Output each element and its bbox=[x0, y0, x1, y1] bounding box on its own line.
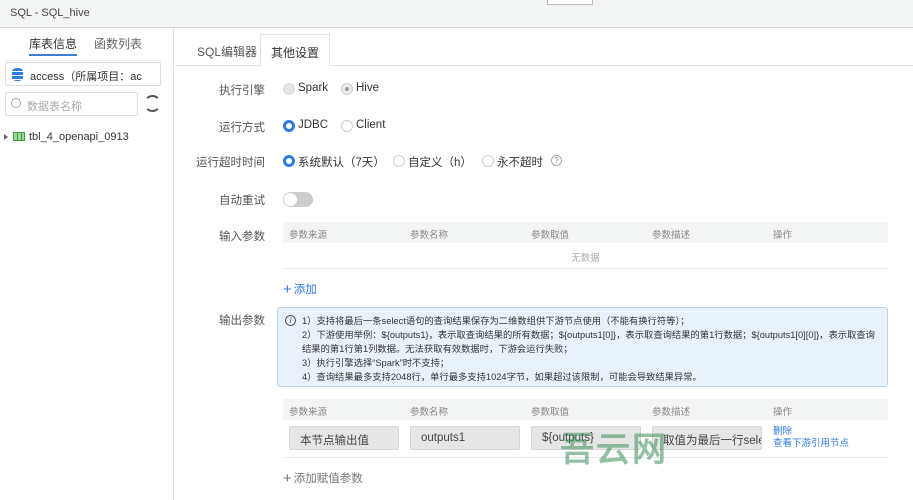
col-actions: 操作 bbox=[773, 407, 793, 418]
empty-state: 无数据 bbox=[283, 243, 888, 269]
add-label: 添加赋值参数 bbox=[293, 473, 363, 485]
table-search-input[interactable]: 数据表名称 bbox=[5, 92, 138, 116]
output-params-label: 输出参数 bbox=[219, 315, 265, 327]
plus-icon: + bbox=[283, 281, 292, 298]
search-icon bbox=[11, 98, 21, 108]
add-label: 添加 bbox=[293, 284, 317, 296]
table-icon bbox=[13, 132, 25, 141]
engine-label: 执行引擎 bbox=[219, 85, 265, 97]
title-bar-button[interactable] bbox=[547, 0, 593, 5]
param-desc-field[interactable]: 取值为最后一行sele bbox=[652, 426, 762, 450]
radio-spark[interactable]: Spark bbox=[283, 82, 328, 95]
col-value: 参数取值 bbox=[531, 230, 570, 241]
main-panel: SQL编辑器 其他设置 执行引擎 Spark Hive 运行方式 JDBC Cl… bbox=[175, 28, 913, 500]
search-placeholder: 数据表名称 bbox=[27, 101, 82, 113]
tab-bar: SQL编辑器 其他设置 bbox=[175, 34, 913, 66]
tab-table-info[interactable]: 库表信息 bbox=[29, 35, 78, 56]
radio-jdbc[interactable]: JDBC bbox=[283, 119, 328, 132]
input-params-header: 参数来源 参数名称 参数取值 参数描述 操作 bbox=[283, 222, 888, 243]
retry-toggle[interactable] bbox=[283, 192, 313, 207]
col-value: 参数取值 bbox=[531, 407, 570, 418]
run-mode-label: 运行方式 bbox=[219, 122, 265, 134]
help-icon[interactable]: ? bbox=[551, 155, 562, 166]
divider bbox=[5, 60, 161, 61]
tree-item-label: tbl_4_openapi_0913 bbox=[29, 131, 129, 143]
info-box: i 1）支持将最后一条select语句的查询结果保存为二维数组供下游节点使用（不… bbox=[277, 307, 888, 387]
output-params-header: 参数来源 参数名称 参数取值 参数描述 操作 bbox=[283, 399, 888, 420]
input-params-label: 输入参数 bbox=[219, 231, 265, 243]
view-downstream-link[interactable]: 查看下游引用节点 bbox=[773, 438, 849, 450]
col-desc: 参数描述 bbox=[652, 230, 691, 241]
info-line: 1）支持将最后一条select语句的查询结果保存为二维数组供下游节点使用（不能有… bbox=[302, 316, 690, 326]
delete-link[interactable]: 删除 bbox=[773, 426, 849, 438]
info-line: 3）执行引擎选择“Spark”时不支持； bbox=[302, 358, 450, 368]
sidebar: 库表信息 函数列表 access（所属项目：ac 数据表名称 tbl_4_ope… bbox=[0, 28, 174, 500]
info-icon: i bbox=[285, 315, 296, 326]
tab-sql-editor[interactable]: SQL编辑器 bbox=[187, 34, 267, 66]
param-name-field[interactable]: outputs1 bbox=[410, 426, 520, 450]
database-select[interactable]: access（所属项目：ac bbox=[5, 62, 161, 86]
title-bar: SQL - SQL_hive bbox=[0, 0, 913, 28]
col-name: 参数名称 bbox=[410, 407, 449, 418]
tree-item-table[interactable]: tbl_4_openapi_0913 bbox=[4, 131, 129, 143]
database-icon bbox=[12, 68, 23, 81]
tab-function-list[interactable]: 函数列表 bbox=[94, 35, 142, 52]
radio-client[interactable]: Client bbox=[341, 119, 385, 132]
expand-arrow-icon[interactable] bbox=[4, 134, 8, 140]
watermark: 吾云网 bbox=[560, 431, 668, 469]
retry-label: 自动重试 bbox=[219, 195, 265, 207]
window-title: SQL - SQL_hive bbox=[10, 7, 90, 19]
timeout-label: 运行超时时间 bbox=[196, 157, 265, 169]
param-source-field[interactable]: 本节点输出值 bbox=[289, 426, 399, 450]
plus-icon: + bbox=[283, 470, 292, 487]
col-desc: 参数描述 bbox=[652, 407, 691, 418]
info-line: 2）下游使用举例：${outputs1}，表示取查询结果的所有数据；${outp… bbox=[302, 330, 875, 354]
info-line: 4）查询结果最多支持2048行，单行最多支持1024字节，如果超过该限制，可能会… bbox=[302, 372, 702, 382]
col-name: 参数名称 bbox=[410, 230, 449, 241]
radio-timeout-custom[interactable]: 自定义（h） bbox=[393, 154, 472, 170]
add-input-param-button[interactable]: + 添加 bbox=[283, 281, 317, 298]
radio-timeout-default[interactable]: 系统默认（7天） bbox=[283, 154, 385, 170]
col-source: 参数来源 bbox=[289, 407, 328, 418]
database-select-value: access（所属项目：ac bbox=[30, 71, 142, 83]
col-source: 参数来源 bbox=[289, 230, 328, 241]
row-actions: 删除 查看下游引用节点 bbox=[773, 426, 849, 450]
radio-hive[interactable]: Hive bbox=[341, 82, 379, 95]
refresh-icon[interactable] bbox=[144, 95, 161, 112]
add-assign-param-button[interactable]: + 添加赋值参数 bbox=[283, 470, 363, 487]
radio-timeout-never[interactable]: 永不超时 bbox=[482, 154, 543, 170]
tab-other-settings[interactable]: 其他设置 bbox=[260, 34, 331, 66]
col-actions: 操作 bbox=[773, 230, 793, 241]
